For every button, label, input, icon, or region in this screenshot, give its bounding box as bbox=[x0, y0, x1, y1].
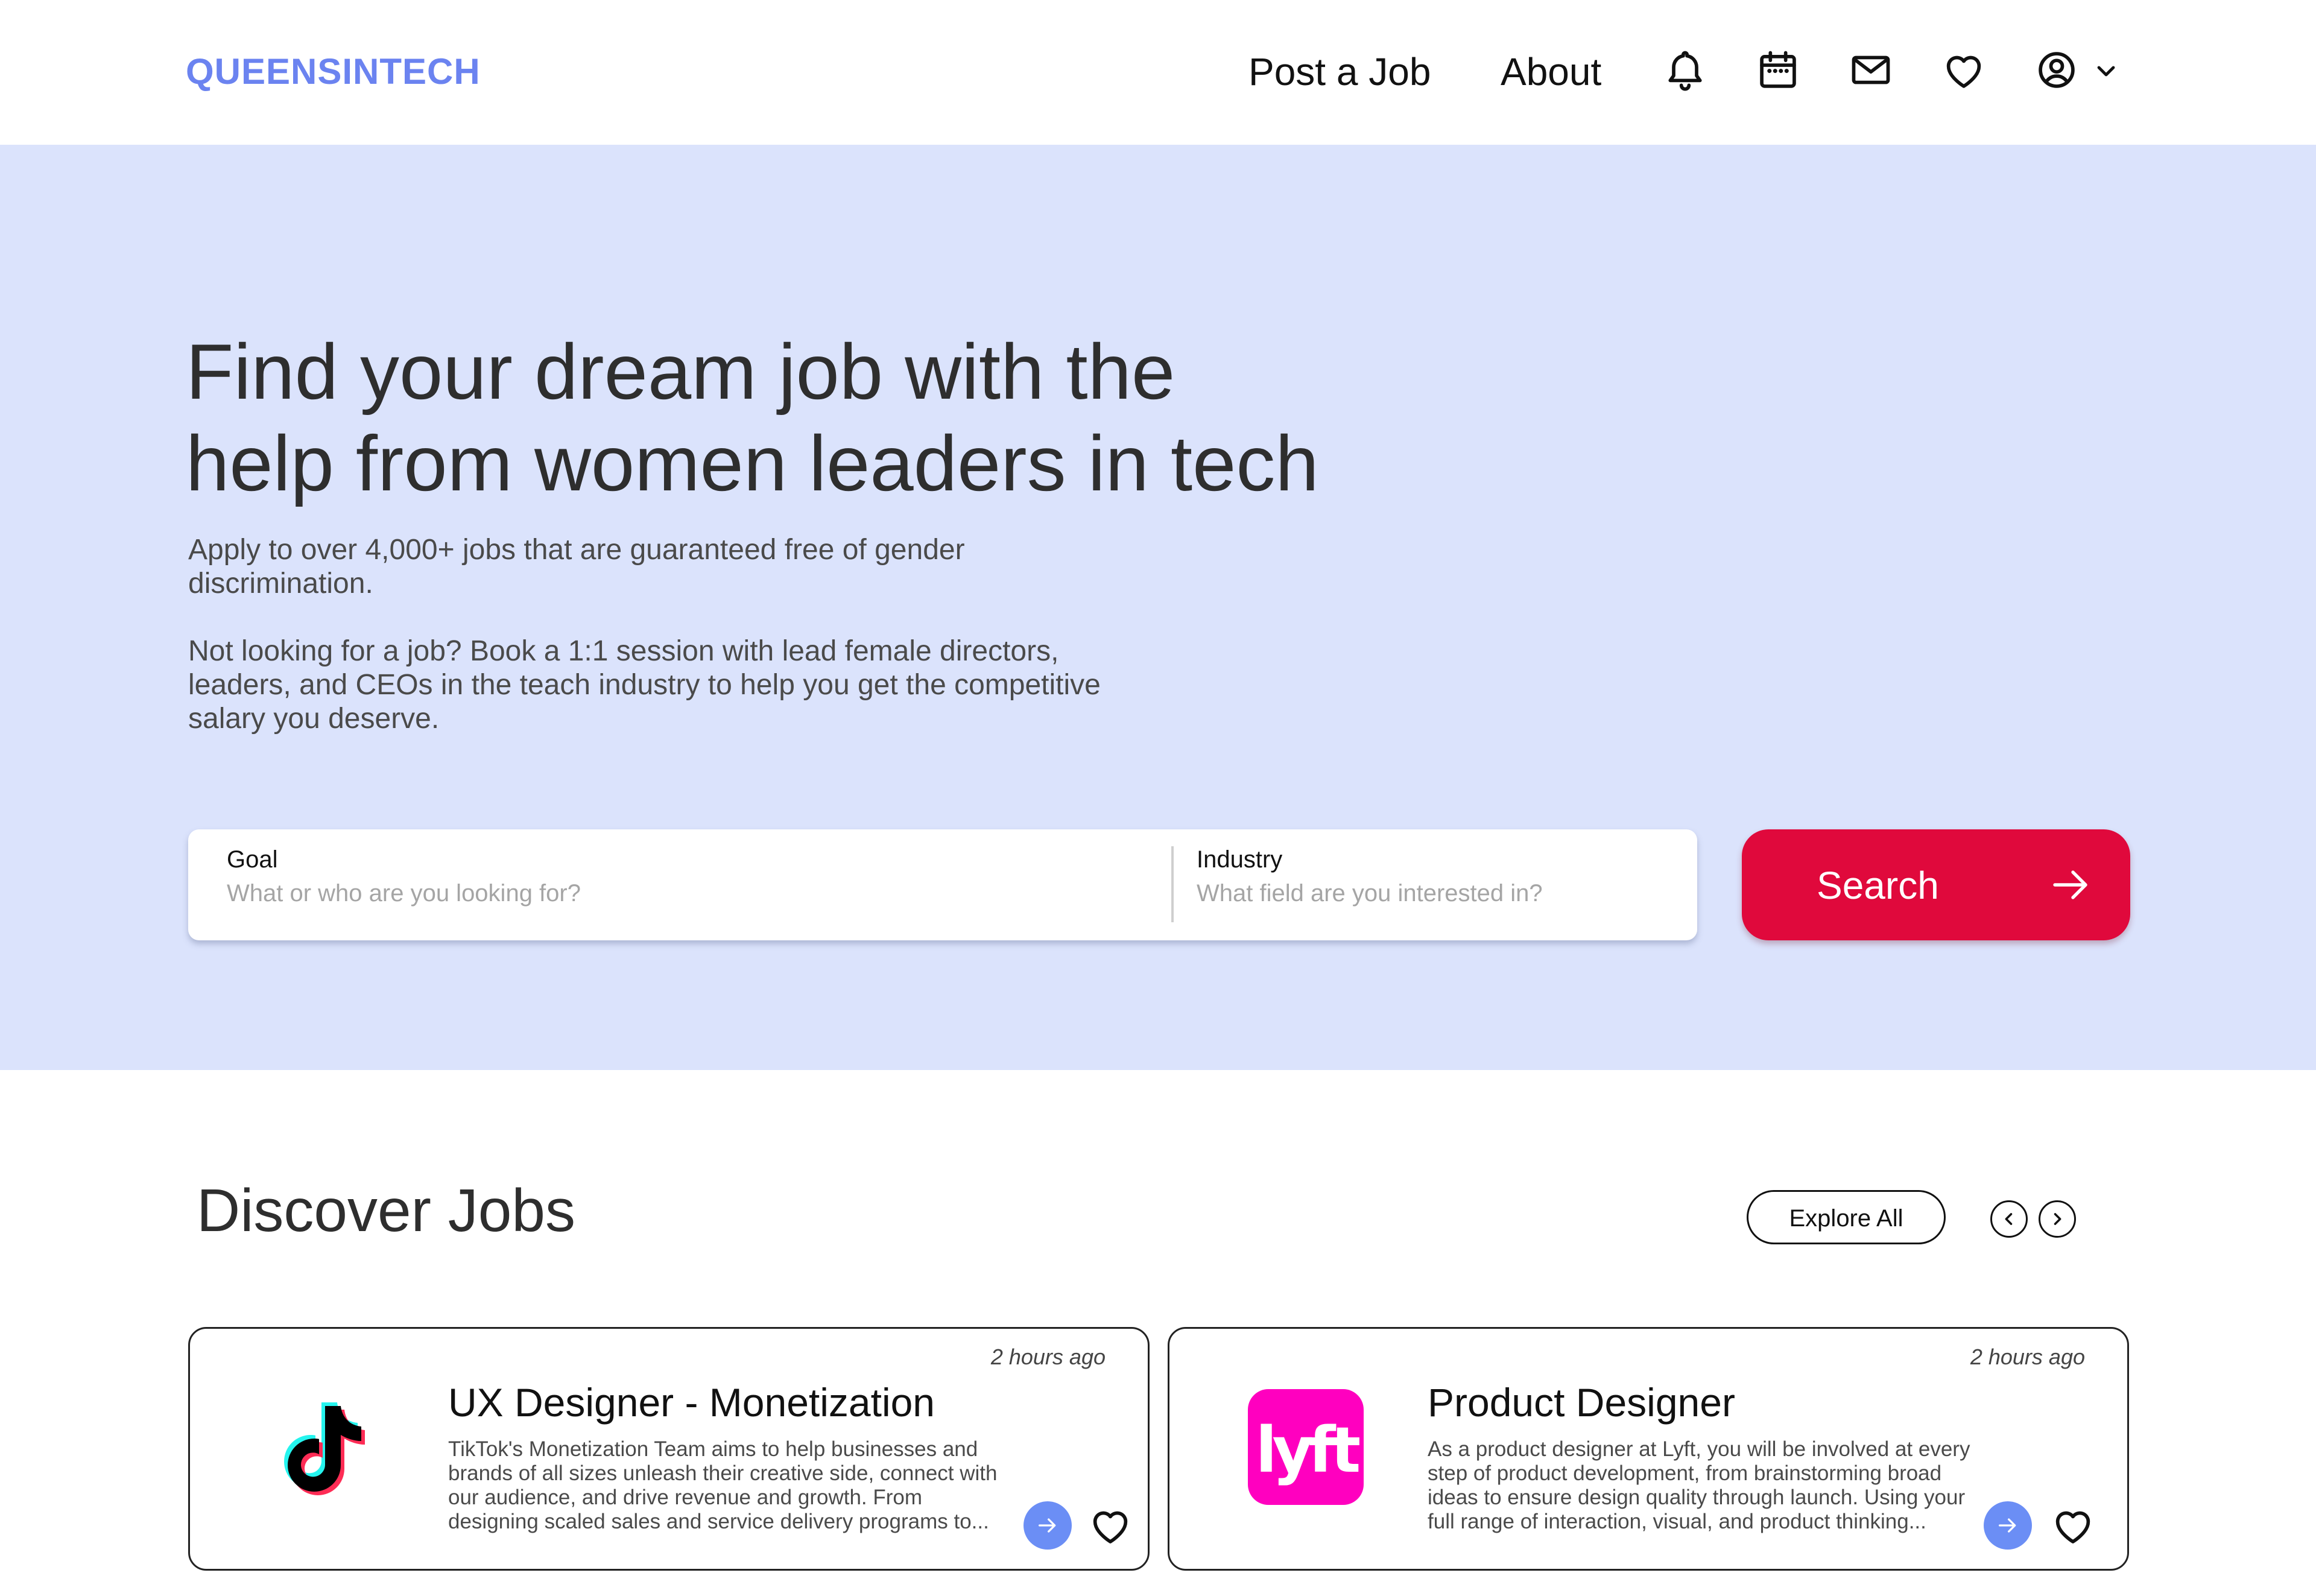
view-job-button[interactable] bbox=[1024, 1501, 1072, 1550]
site-logo[interactable]: QUEENSINTECH bbox=[186, 51, 481, 92]
job-title[interactable]: UX Designer - Monetization bbox=[448, 1379, 935, 1425]
lyft-logo-text: lyft bbox=[1255, 1413, 1361, 1487]
job-posted-time: 2 hours ago bbox=[990, 1344, 1106, 1369]
carousel-prev-button[interactable] bbox=[1990, 1200, 2028, 1238]
arrow-right-icon bbox=[1999, 1518, 2016, 1533]
job-description: As a product designer at Lyft, you will … bbox=[1428, 1437, 1970, 1533]
search-divider bbox=[1171, 846, 1174, 922]
top-nav: QUEENSINTECH Post a Job About bbox=[0, 0, 2316, 145]
industry-label: Industry bbox=[1197, 846, 1283, 873]
calendar-icon[interactable] bbox=[1755, 47, 1801, 93]
heart-icon[interactable] bbox=[1941, 47, 1987, 93]
goal-field: Goal bbox=[227, 829, 1131, 940]
hero-paragraph-sessions: Not looking for a job? Book a 1:1 sessio… bbox=[188, 635, 1101, 735]
hero-paragraph-jobs: Apply to over 4,000+ jobs that are guara… bbox=[188, 534, 965, 600]
goal-input[interactable] bbox=[227, 880, 1131, 907]
nav-about-link[interactable]: About bbox=[1501, 49, 1601, 94]
industry-input[interactable] bbox=[1197, 880, 1667, 907]
user-circle-icon[interactable] bbox=[2034, 47, 2080, 93]
save-job-heart-icon[interactable] bbox=[1087, 1503, 1133, 1548]
job-posted-time: 2 hours ago bbox=[1970, 1344, 2085, 1369]
industry-field: Industry bbox=[1197, 829, 1667, 940]
explore-all-label: Explore All bbox=[1789, 1205, 1903, 1232]
arrow-right-icon bbox=[1039, 1518, 1056, 1533]
hero-title-line-1: Find your dream job with the bbox=[186, 328, 1175, 416]
search-button-label: Search bbox=[1817, 864, 1939, 907]
hero-title: Find your dream job with the help from w… bbox=[186, 326, 1392, 509]
lyft-logo-icon: lyft bbox=[1248, 1389, 1364, 1505]
job-card[interactable]: 2 hours ago lyft Product Designer As a p… bbox=[1168, 1327, 2129, 1571]
chevron-right-icon bbox=[2054, 1213, 2061, 1225]
job-title[interactable]: Product Designer bbox=[1428, 1379, 1735, 1425]
bell-icon[interactable] bbox=[1662, 47, 1708, 93]
mail-icon[interactable] bbox=[1848, 47, 1894, 93]
hero-title-line-2: help from women leaders in tech bbox=[186, 419, 1319, 507]
job-card[interactable]: 2 hours ago UX Designer - Monetization T… bbox=[188, 1327, 1150, 1571]
discover-jobs-heading: Discover Jobs bbox=[197, 1177, 575, 1244]
search-button[interactable]: Search bbox=[1742, 829, 2130, 940]
explore-all-button[interactable]: Explore All bbox=[1747, 1190, 1946, 1244]
job-description: TikTok's Monetization Team aims to help … bbox=[448, 1437, 998, 1533]
carousel-next-button[interactable] bbox=[2039, 1200, 2076, 1238]
arrow-right-icon bbox=[2049, 863, 2093, 907]
chevron-down-icon[interactable] bbox=[2092, 57, 2121, 86]
tiktok-logo-icon bbox=[262, 1389, 383, 1510]
search-bar: Goal Industry bbox=[188, 829, 1697, 940]
view-job-button[interactable] bbox=[1984, 1501, 2032, 1550]
save-job-heart-icon[interactable] bbox=[2050, 1503, 2096, 1548]
chevron-left-icon bbox=[2005, 1213, 2013, 1225]
hero-section: Find your dream job with the help from w… bbox=[0, 145, 2316, 1070]
goal-label: Goal bbox=[227, 846, 278, 873]
nav-post-job-link[interactable]: Post a Job bbox=[1248, 49, 1431, 94]
